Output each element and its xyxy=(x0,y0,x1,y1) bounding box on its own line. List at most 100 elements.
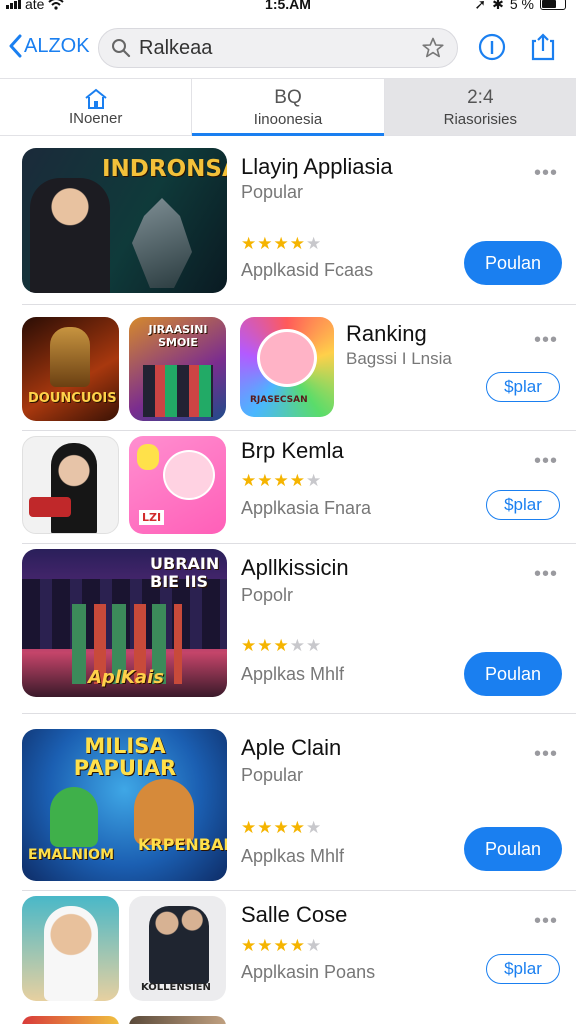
app-title: Brp Kemla xyxy=(241,438,344,463)
home-icon xyxy=(85,88,107,109)
app-artwork: UBRAIN BIE IIS AplKais xyxy=(22,549,227,697)
tab-categories-label: Riasorisies xyxy=(443,110,517,128)
star-outline-icon[interactable] xyxy=(421,36,445,60)
app-title: Apllkissicin xyxy=(241,555,349,580)
search-input[interactable]: Ralkeaa xyxy=(139,37,421,60)
bluetooth-icon: ✱ xyxy=(492,0,504,12)
status-bar: ate 1:5.AM ➚ ✱ 5 % xyxy=(0,0,576,14)
app-icon: RJASECSAN xyxy=(240,317,334,417)
get-button[interactable]: $plar xyxy=(486,490,560,520)
divider xyxy=(22,430,576,431)
badge-image xyxy=(29,497,71,517)
app-caption: Applkas Mhlf xyxy=(241,846,345,866)
status-right: ➚ ✱ 5 % xyxy=(474,0,566,12)
artwork-title: INDRONSAN xyxy=(102,156,227,182)
person-image xyxy=(30,178,110,293)
artwork-caption: KOLLENSIEN xyxy=(141,982,211,993)
battery-icon xyxy=(540,0,566,10)
app-subtitle: Popular xyxy=(241,182,304,202)
chevron-left-icon xyxy=(9,34,22,58)
artwork-title: DOUNCUOIS xyxy=(28,391,117,406)
more-options-icon[interactable]: ••• xyxy=(534,162,558,185)
app-title: Aple Clain xyxy=(241,735,342,760)
rating-stars: ★★★★★ xyxy=(241,936,323,955)
app-artwork: JIRAASINI SMOIE xyxy=(129,317,226,421)
app-subtitle: Popular xyxy=(241,765,304,785)
get-button[interactable]: $plar xyxy=(486,954,560,984)
get-button[interactable]: Poulan xyxy=(464,241,562,285)
app-artwork: DOUNCUOIS xyxy=(22,317,119,421)
hero-figure-image xyxy=(132,198,192,288)
artwork-label: LZI xyxy=(139,510,165,525)
app-title: Ranking xyxy=(346,321,427,346)
pig-face-image xyxy=(163,450,215,500)
rating-stars: ★★★★★ xyxy=(241,636,323,655)
list-item[interactable]: UBRAIN BIE IIS AplKais Apllkissicin Popo… xyxy=(0,549,576,709)
rating-stars: ★★★★★ xyxy=(241,818,323,837)
list-item[interactable]: LZI Brp Kemla ★★★★★ Applkasia Fnara ••• … xyxy=(0,436,576,538)
hero-figure-image xyxy=(50,327,90,387)
artwork-title: JIRAASINI SMOIE xyxy=(148,323,208,349)
person-image xyxy=(51,443,97,533)
more-options-icon[interactable]: ••• xyxy=(534,910,558,933)
list-item[interactable]: KOLLENSIEN Salle Cose ★★★★★ Applkasin Po… xyxy=(0,896,576,1006)
share-icon[interactable] xyxy=(528,32,558,62)
artwork-caption: AplKais xyxy=(88,667,164,688)
app-caption: Applkasia Fnara xyxy=(241,498,372,518)
app-artwork xyxy=(129,1016,226,1024)
artwork-caption: EMALNIOM xyxy=(28,847,115,863)
artwork-title: UBRAIN BIE IIS xyxy=(150,554,220,591)
app-artwork: MILISA PAPUIAR EMALNIOM KRPENBAI xyxy=(22,729,227,881)
more-options-icon[interactable]: ••• xyxy=(534,450,558,473)
get-button[interactable]: $plar xyxy=(486,372,560,402)
info-icon[interactable] xyxy=(477,32,507,62)
divider xyxy=(22,890,576,891)
more-options-icon[interactable]: ••• xyxy=(534,329,558,352)
chick-image xyxy=(137,444,159,470)
tab-home-label: INoener xyxy=(68,109,123,127)
rating-stars: ★★★★★ xyxy=(241,471,323,490)
more-options-icon[interactable]: ••• xyxy=(534,743,558,766)
search-icon xyxy=(112,39,131,58)
more-options-icon[interactable]: ••• xyxy=(534,563,558,586)
app-title: Llayiŋ Appliasia xyxy=(241,154,393,179)
list-item[interactable]: INDRONSAN Llayiŋ Appliasia Popular ★★★★★… xyxy=(0,148,576,306)
app-artwork: INDRONSAN xyxy=(22,148,227,293)
app-artwork xyxy=(22,896,119,1001)
app-caption: Applkasin Poans xyxy=(241,962,376,982)
get-button[interactable]: Poulan xyxy=(464,652,562,696)
battery-percent: 5 % xyxy=(509,0,534,12)
people-image xyxy=(149,906,209,984)
characters-image xyxy=(143,365,213,417)
tab-categories[interactable]: 2:4 Riasorisies xyxy=(384,79,576,135)
divider xyxy=(22,713,576,714)
app-caption: Applkasid Fcaas xyxy=(241,260,374,280)
app-artwork xyxy=(22,436,119,534)
person-image xyxy=(44,906,98,1001)
divider xyxy=(22,304,576,305)
tab-indonesia-text: BQ xyxy=(274,86,302,108)
segmented-tabs: INoener BQ Iinoonesia 2:4 Riasorisies xyxy=(0,78,576,136)
get-button[interactable]: Poulan xyxy=(464,827,562,871)
search-field[interactable]: Ralkeaa xyxy=(98,28,458,68)
tab-categories-text: 2:4 xyxy=(467,86,494,108)
app-caption: Applkas Mhlf xyxy=(241,664,345,684)
app-artwork: KOLLENSIEN xyxy=(129,896,226,1001)
character-image xyxy=(50,787,98,847)
navigation-bar: ALZOK Ralkeaa xyxy=(0,22,576,74)
app-subtitle: Popolr xyxy=(241,585,294,605)
icon-label: RJASECSAN xyxy=(250,395,308,405)
tab-indonesia[interactable]: BQ Iinoonesia xyxy=(192,79,385,136)
app-subtitle: Bagssi I Lnsia xyxy=(346,349,452,368)
list-item[interactable]: DOUNCUOIS JIRAASINI SMOIE RJASECSAN Rank… xyxy=(0,317,576,427)
artwork-title: MILISA PAPUIAR xyxy=(73,734,177,780)
back-button[interactable]: ALZOK xyxy=(8,34,90,58)
tab-home[interactable]: INoener xyxy=(0,79,193,135)
app-artwork xyxy=(22,1016,119,1024)
back-label: ALZOK xyxy=(24,34,90,57)
location-icon: ➚ xyxy=(474,0,487,12)
app-artwork: LZI xyxy=(129,436,226,534)
divider xyxy=(22,543,576,544)
rating-stars: ★★★★★ xyxy=(241,234,323,253)
app-title: Salle Cose xyxy=(241,902,348,927)
